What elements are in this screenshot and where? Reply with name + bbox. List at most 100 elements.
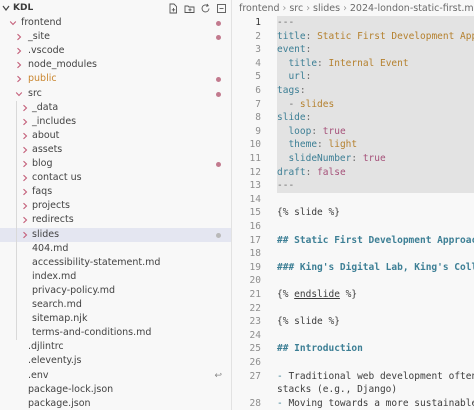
code-line[interactable]: 26 bbox=[233, 356, 474, 370]
code-line[interactable]: 11 slideNumber: true bbox=[233, 152, 474, 166]
line-number: 22 bbox=[249, 302, 261, 314]
tree-item-label: accessibility-statement.md bbox=[32, 256, 161, 268]
breadcrumb-segment[interactable]: frontend bbox=[239, 3, 280, 14]
line-number: 21 bbox=[249, 289, 261, 300]
code-token: light bbox=[328, 139, 358, 151]
breadcrumb-segment[interactable]: 2024-london-static-first.md bbox=[350, 3, 474, 14]
code-token: true bbox=[362, 153, 386, 164]
code-text: slide: bbox=[277, 111, 311, 125]
tree-file[interactable]: privacy-policy.md bbox=[0, 284, 231, 298]
tree-file[interactable]: .eleventy.js bbox=[0, 354, 231, 368]
code-line[interactable]: 22 bbox=[233, 302, 474, 316]
code-line[interactable]: 15 {% slide %} bbox=[233, 206, 474, 220]
tree-folder[interactable]: frontend bbox=[0, 16, 231, 30]
tree-file[interactable]: package-lock.json bbox=[0, 383, 231, 397]
collapse-all-icon[interactable] bbox=[215, 2, 227, 14]
tree-folder[interactable]: blog bbox=[0, 157, 231, 171]
code-line[interactable]: 18 bbox=[233, 247, 474, 261]
line-number: 19 bbox=[249, 261, 261, 273]
code-line[interactable]: 12 draft: false bbox=[233, 166, 474, 180]
tree-file[interactable]: accessibility-statement.md bbox=[0, 256, 231, 270]
tree-item-label: public bbox=[28, 73, 57, 85]
code-line[interactable]: 8 slide: bbox=[233, 111, 474, 125]
new-file-icon[interactable] bbox=[167, 2, 179, 14]
chevron-right-icon bbox=[20, 199, 30, 213]
code-token: : bbox=[317, 139, 329, 151]
code-line[interactable]: 3 event: bbox=[233, 43, 474, 57]
modified-indicator bbox=[216, 77, 221, 83]
code-text: stacks (e.g., Django) bbox=[277, 383, 397, 397]
code-line[interactable]: 21 {% endslide %} bbox=[233, 288, 474, 302]
tree-folder[interactable]: assets bbox=[0, 143, 231, 157]
code-token: slides bbox=[299, 98, 335, 110]
tree-item-label: package.json bbox=[28, 397, 91, 409]
line-number: 6 bbox=[255, 85, 261, 96]
code-token: --- bbox=[277, 180, 295, 192]
line-number: 18 bbox=[249, 248, 261, 260]
tree-file[interactable]: .djlintrc bbox=[0, 340, 231, 354]
code-token: title bbox=[277, 57, 318, 69]
code-line[interactable]: 20 bbox=[233, 274, 474, 288]
tree-folder[interactable]: _data bbox=[0, 101, 231, 115]
code-line[interactable]: 24 bbox=[233, 329, 474, 343]
tree-file[interactable]: search.md bbox=[0, 298, 231, 312]
code-line[interactable]: 10 theme: light bbox=[233, 138, 474, 152]
tree-file[interactable]: terms-and-conditions.md bbox=[0, 326, 231, 340]
tree-folder[interactable]: _includes bbox=[0, 115, 231, 129]
tree-file[interactable]: 404.md bbox=[0, 242, 231, 256]
code-line[interactable]: 1 --- bbox=[233, 16, 474, 30]
tree-folder[interactable]: _site bbox=[0, 30, 231, 44]
code-line[interactable]: 6 tags: bbox=[233, 84, 474, 98]
code-line[interactable]: 16 bbox=[233, 220, 474, 234]
code-line[interactable]: 9 loop: true bbox=[233, 125, 474, 139]
code-line[interactable]: 19 ### King's Digital Lab, King's Colle bbox=[233, 261, 474, 275]
code-line[interactable]: 23 {% slide %} bbox=[233, 315, 474, 329]
tree-file[interactable]: .env ↩ bbox=[0, 369, 231, 383]
code-line[interactable]: 14 bbox=[233, 193, 474, 207]
line-number: 15 bbox=[249, 207, 261, 219]
tree-folder[interactable]: redirects bbox=[0, 213, 231, 227]
line-number: 4 bbox=[255, 57, 261, 69]
code-line[interactable]: 25 ## Introduction bbox=[233, 342, 474, 356]
tree-folder[interactable]: about bbox=[0, 129, 231, 143]
code-line[interactable]: 13 --- bbox=[233, 179, 474, 193]
tree-folder[interactable]: public bbox=[0, 72, 231, 86]
code-line[interactable]: 27 - Traditional web development often bbox=[233, 370, 474, 384]
code-line[interactable]: 4 title: Internal Event bbox=[233, 57, 474, 71]
code-line[interactable]: 7 - slides bbox=[233, 98, 474, 112]
tree-item-label: index.md bbox=[32, 270, 77, 282]
code-line[interactable]: 28 - Moving towards a more sustainable bbox=[233, 397, 474, 410]
line-number: 20 bbox=[249, 275, 261, 287]
tree-folder[interactable]: .vscode bbox=[0, 44, 231, 58]
tree-item-label: privacy-policy.md bbox=[32, 284, 116, 296]
code-line[interactable]: 17 ## Static First Development Approach bbox=[233, 234, 474, 248]
line-number: 24 bbox=[249, 329, 261, 341]
tree-item-label: 404.md bbox=[32, 242, 69, 254]
code-line[interactable]: 5 url: bbox=[233, 70, 474, 84]
tree-item-label: _site bbox=[28, 31, 50, 43]
line-number: 3 bbox=[255, 44, 261, 56]
new-folder-icon[interactable] bbox=[183, 2, 195, 14]
tree-file[interactable]: sitemap.njk bbox=[0, 312, 231, 326]
code-token: ### King's Digital Lab, King's Colle bbox=[277, 261, 474, 273]
line-number: 10 bbox=[249, 139, 261, 151]
tree-folder[interactable]: node_modules bbox=[0, 58, 231, 72]
breadcrumb-segment[interactable]: src bbox=[289, 3, 303, 14]
code-token: tags bbox=[277, 85, 300, 96]
tree-folder[interactable]: projects bbox=[0, 199, 231, 213]
tree-file[interactable]: package.json bbox=[0, 397, 231, 410]
code-line[interactable]: stacks (e.g., Django) bbox=[233, 383, 474, 397]
tree-folder[interactable]: src bbox=[0, 87, 231, 101]
refresh-icon[interactable] bbox=[199, 2, 211, 14]
tree-file[interactable]: index.md bbox=[0, 270, 231, 284]
code-line[interactable]: 2 title: Static First Development Appr bbox=[233, 30, 474, 44]
tree-folder[interactable]: slides bbox=[0, 227, 231, 242]
code-token: true bbox=[322, 125, 346, 137]
code-token: {% bbox=[277, 289, 295, 300]
code-text: {% endslide %} bbox=[277, 288, 357, 302]
tree-folder[interactable]: contact us bbox=[0, 171, 231, 185]
tree-item-label: _data bbox=[32, 101, 59, 113]
tree-folder[interactable]: faqs bbox=[0, 185, 231, 199]
workspace-section[interactable]: KDL bbox=[2, 3, 33, 13]
breadcrumb-segment[interactable]: slides bbox=[313, 3, 340, 14]
